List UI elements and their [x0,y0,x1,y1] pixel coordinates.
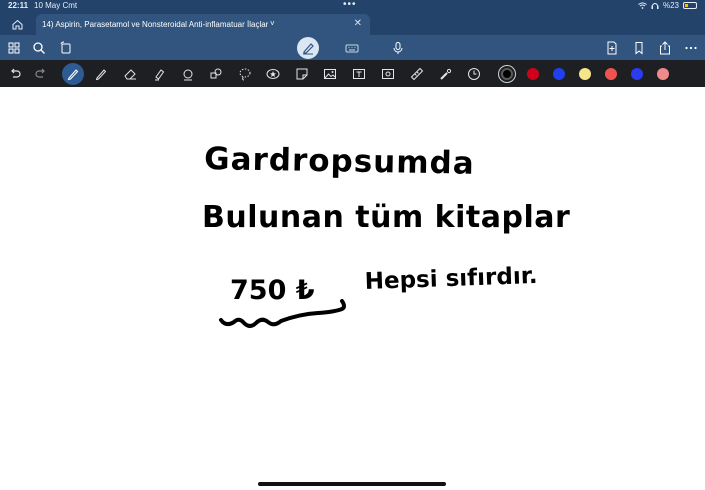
note-line-3: 750 ₺ [230,275,315,306]
tool-bar [0,60,705,87]
document-tab[interactable]: 14) Aspirin, Parasetamol ve Nonsteroidal… [36,14,370,35]
color-swatch[interactable] [579,68,591,80]
ruler-icon[interactable] [408,65,426,83]
timer-icon[interactable] [465,65,483,83]
status-time: 22:11 [8,1,29,10]
home-button[interactable] [8,15,26,33]
battery-percent: %23 [662,1,679,10]
keyboard-icon[interactable] [343,39,361,57]
color-swatch[interactable] [605,68,617,80]
rotate-page-icon[interactable] [57,39,75,57]
microphone-icon[interactable] [389,39,407,57]
lasso-icon[interactable] [236,65,254,83]
color-swatch[interactable] [631,68,643,80]
status-bar: 22:11 10 May Cmt ••• %23 [0,0,705,12]
highlighter-icon[interactable] [150,65,168,83]
pen-mode-icon[interactable] [297,37,319,59]
lasso-eraser-icon[interactable] [179,65,197,83]
chevron-down-icon[interactable]: ˅ [270,19,275,28]
color-swatch[interactable] [553,68,565,80]
status-date: 10 May Cmt [34,1,78,10]
color-swatch[interactable] [657,68,669,80]
search-icon[interactable] [30,39,48,57]
more-icon[interactable] [682,39,700,57]
fountain-pen-icon[interactable] [62,63,84,85]
eraser-icon[interactable] [121,65,139,83]
home-indicator[interactable] [258,482,446,486]
grid-icon[interactable] [5,39,23,57]
bookmark-icon[interactable] [630,39,648,57]
multitasking-dots-icon[interactable]: ••• [343,0,357,10]
redo-icon[interactable] [32,65,50,83]
home-icon [12,19,22,29]
tab-strip: 14) Aspirin, Parasetamol ve Nonsteroidal… [0,12,705,35]
undo-icon[interactable] [6,65,24,83]
laser-pointer-icon[interactable] [437,65,455,83]
note-line-2: Bulunan tüm kitaplar [202,200,570,235]
handwritten-note: Gardropsumda Bulunan tüm kitaplar 750 ₺ … [202,141,570,328]
main-toolbar [0,35,705,60]
sticker-icon[interactable] [293,65,311,83]
battery-icon [683,2,697,9]
shapes-icon[interactable] [207,65,225,83]
add-page-icon[interactable] [603,39,621,57]
headphones-icon [651,3,659,9]
tab-title: 14) Aspirin, Parasetamol ve Nonsteroidal… [42,20,269,29]
note-line-1: Gardropsumda [204,141,475,182]
wifi-icon [638,2,647,9]
text-box-icon[interactable] [350,65,368,83]
share-icon[interactable] [656,39,674,57]
note-canvas[interactable]: Gardropsumda Bulunan tüm kitaplar 750 ₺ … [0,87,705,490]
status-right: %23 [638,1,697,10]
color-swatch[interactable] [527,68,539,80]
pencil-icon[interactable] [92,65,110,83]
camera-icon[interactable] [379,65,397,83]
color-swatch[interactable] [501,68,513,80]
image-icon[interactable] [321,65,339,83]
battery-fill [685,4,688,7]
close-tab-icon[interactable]: ✕ [354,18,362,29]
star-icon[interactable] [264,65,282,83]
note-line-4: Hepsi sıfırdır. [364,263,538,295]
